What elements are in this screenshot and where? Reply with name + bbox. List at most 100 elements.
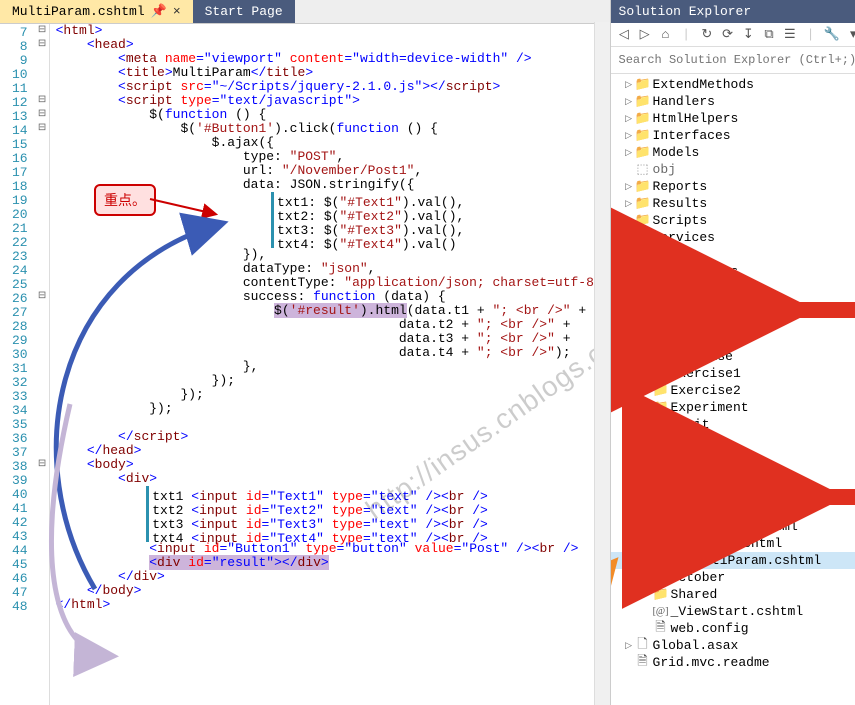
expand-arrow-icon[interactable]: ▷ <box>623 284 635 294</box>
fold-toggle-icon[interactable]: ⊟ <box>36 290 49 304</box>
code-line[interactable]: txt4: $("#Text4").val() <box>56 234 610 248</box>
tree-row[interactable]: ▷📁Scripts <box>611 212 855 229</box>
forward-icon[interactable]: ▷ <box>637 27 652 42</box>
tree-row[interactable]: [@]_ViewStart.cshtml <box>611 603 855 620</box>
code-line[interactable]: url: "/November/Post1", <box>56 164 610 178</box>
home-icon[interactable]: ⌂ <box>658 27 673 42</box>
code-line[interactable]: data.t2 + "; <br />" + <box>56 318 610 332</box>
expand-arrow-icon[interactable]: ▷ <box>623 199 635 209</box>
fold-toggle-icon[interactable]: ⊟ <box>36 24 49 38</box>
code-line[interactable]: <body> <box>56 458 610 472</box>
code-line[interactable]: <meta name="viewport" content="width=dev… <box>56 52 610 66</box>
close-icon[interactable]: × <box>173 4 181 19</box>
tree-row[interactable]: 📁Temp <box>611 246 855 263</box>
code-text[interactable]: <html> <head> <meta name="viewport" cont… <box>50 24 610 705</box>
code-line[interactable]: data: JSON.stringify({ <box>56 178 610 192</box>
fold-gutter[interactable]: ⊟⊟⊟⊟⊟⊟⊟ <box>36 24 50 705</box>
code-line[interactable]: txt3 <input id="Text3" type="text" /><br… <box>56 514 610 528</box>
expand-arrow-icon[interactable]: ▽ <box>623 301 635 311</box>
tree-row[interactable]: [@]JqOne.cshtml <box>611 535 855 552</box>
expand-arrow-icon[interactable]: ▷ <box>623 216 635 226</box>
dropdown-icon[interactable]: ▾ <box>846 27 855 42</box>
collapse-icon[interactable]: ↧ <box>741 27 756 42</box>
tree-row[interactable]: ▷📁Shared <box>611 586 855 603</box>
expand-arrow-icon[interactable]: ▷ <box>641 318 653 328</box>
code-line[interactable]: type: "POST", <box>56 150 610 164</box>
tree-row[interactable]: ▷📁Services <box>611 229 855 246</box>
tree-row[interactable]: [@]Jqclick.cshtml <box>611 518 855 535</box>
tree-row[interactable]: ▷📁Exercise <box>611 348 855 365</box>
tree-row[interactable]: 📁UploadFiles <box>611 263 855 280</box>
code-line[interactable]: <input id="Button1" type="button" value=… <box>56 542 610 556</box>
tree-row[interactable]: ▷📁Exercise2 <box>611 382 855 399</box>
expand-arrow-icon[interactable]: ▷ <box>641 403 653 413</box>
code-line[interactable]: <div id="result"></div> <box>56 556 610 570</box>
sync-icon[interactable]: ↻ <box>699 27 714 42</box>
fold-toggle-icon[interactable]: ⊟ <box>36 458 49 472</box>
code-line[interactable]: txt3: $("#Text3").val(), <box>56 220 610 234</box>
code-line[interactable]: txt1: $("#Text1").val(), <box>56 192 610 206</box>
fold-toggle-icon[interactable]: ⊟ <box>36 108 49 122</box>
tree-row[interactable]: [@]MultiParam.cshtml <box>611 552 855 569</box>
code-line[interactable]: $.ajax({ <box>56 136 610 150</box>
tree-row[interactable]: ▷📁Member <box>611 467 855 484</box>
expand-arrow-icon[interactable]: ▽ <box>641 488 653 498</box>
expand-arrow-icon[interactable]: ▷ <box>623 641 635 651</box>
code-line[interactable]: data.t4 + "; <br />"); <box>56 346 610 360</box>
code-line[interactable]: </script> <box>56 430 610 444</box>
expand-arrow-icon[interactable]: ▷ <box>641 590 653 600</box>
solex-search-input[interactable] <box>615 49 855 71</box>
fold-toggle-icon[interactable]: ⊟ <box>36 122 49 136</box>
code-line[interactable]: contentType: "application/json; charset=… <box>56 276 610 290</box>
properties-icon[interactable]: ☰ <box>782 27 797 42</box>
code-line[interactable]: }); <box>56 402 610 416</box>
tab-active[interactable]: MultiParam.cshtml 📌 × <box>0 0 193 23</box>
tree-row[interactable]: ▷📁October <box>611 569 855 586</box>
tree-row[interactable]: ▷📁Handlers <box>611 93 855 110</box>
code-line[interactable]: <html> <box>56 24 610 38</box>
tree-row[interactable]: ▷📁Utilities <box>611 280 855 297</box>
editor-scrollbar[interactable] <box>594 22 610 705</box>
tree-row[interactable]: ▷📁Home <box>611 433 855 450</box>
expand-arrow-icon[interactable]: ▷ <box>641 386 653 396</box>
fold-toggle-icon[interactable]: ⊟ <box>36 38 49 52</box>
code-line[interactable]: <div> <box>56 472 610 486</box>
tab-inactive[interactable]: Start Page <box>193 0 295 23</box>
tree-row[interactable]: ▽📂Views <box>611 297 855 314</box>
code-line[interactable]: <script type="text/javascript"> <box>56 94 610 108</box>
code-line[interactable]: $(function () { <box>56 108 610 122</box>
tree-row[interactable]: ⬚obj <box>611 161 855 178</box>
code-line[interactable]: }, <box>56 360 610 374</box>
expand-arrow-icon[interactable]: ▷ <box>623 80 635 90</box>
tree-row[interactable]: ▷📁Default1 <box>611 331 855 348</box>
show-all-icon[interactable]: ⧉ <box>762 27 777 42</box>
code-line[interactable]: txt4 <input id="Text4" type="text" /><br… <box>56 528 610 542</box>
code-line[interactable]: txt1 <input id="Text1" type="text" /><br… <box>56 486 610 500</box>
expand-arrow-icon[interactable]: ▷ <box>623 97 635 107</box>
expand-arrow-icon[interactable]: ▷ <box>641 335 653 345</box>
tree-row[interactable]: ▷📁Exercise1 <box>611 365 855 382</box>
solex-tree[interactable]: ▷📁ExtendMethods▷📁Handlers▷📁HtmlHelpers▷📁… <box>611 74 855 705</box>
tree-row[interactable]: 🗎Grid.mvc.readme <box>611 654 855 671</box>
code-line[interactable]: dataType: "json", <box>56 262 610 276</box>
code-line[interactable]: $('#result').html(data.t1 + "; <br />" + <box>56 304 610 318</box>
code-line[interactable]: success: function (data) { <box>56 290 610 304</box>
wrench-icon[interactable]: 🔧 <box>824 27 840 42</box>
tree-row[interactable]: [@]JqChange.cshtml <box>611 501 855 518</box>
tree-row[interactable]: ▷📁Interfaces <box>611 127 855 144</box>
code-line[interactable]: </div> <box>56 570 610 584</box>
pin-icon[interactable]: 📌 <box>151 4 167 19</box>
code-line[interactable]: $('#Button1').click(function () { <box>56 122 610 136</box>
code-line[interactable]: <script src="~/Scripts/jquery-2.1.0.js">… <box>56 80 610 94</box>
expand-arrow-icon[interactable]: ▷ <box>623 182 635 192</box>
refresh-icon[interactable]: ⟳ <box>720 27 735 42</box>
expand-arrow-icon[interactable]: ▷ <box>641 471 653 481</box>
tree-row[interactable]: ▷📁ExtendMethods <box>611 76 855 93</box>
expand-arrow-icon[interactable]: ▷ <box>641 420 653 430</box>
back-icon[interactable]: ◁ <box>617 27 632 42</box>
code-line[interactable]: }); <box>56 388 610 402</box>
tree-row[interactable]: ▷📁HtmlHelpers <box>611 110 855 127</box>
code-line[interactable]: <head> <box>56 38 610 52</box>
tree-row[interactable]: ▷📁Reports <box>611 178 855 195</box>
tree-row[interactable]: ▷📁Kind <box>611 450 855 467</box>
